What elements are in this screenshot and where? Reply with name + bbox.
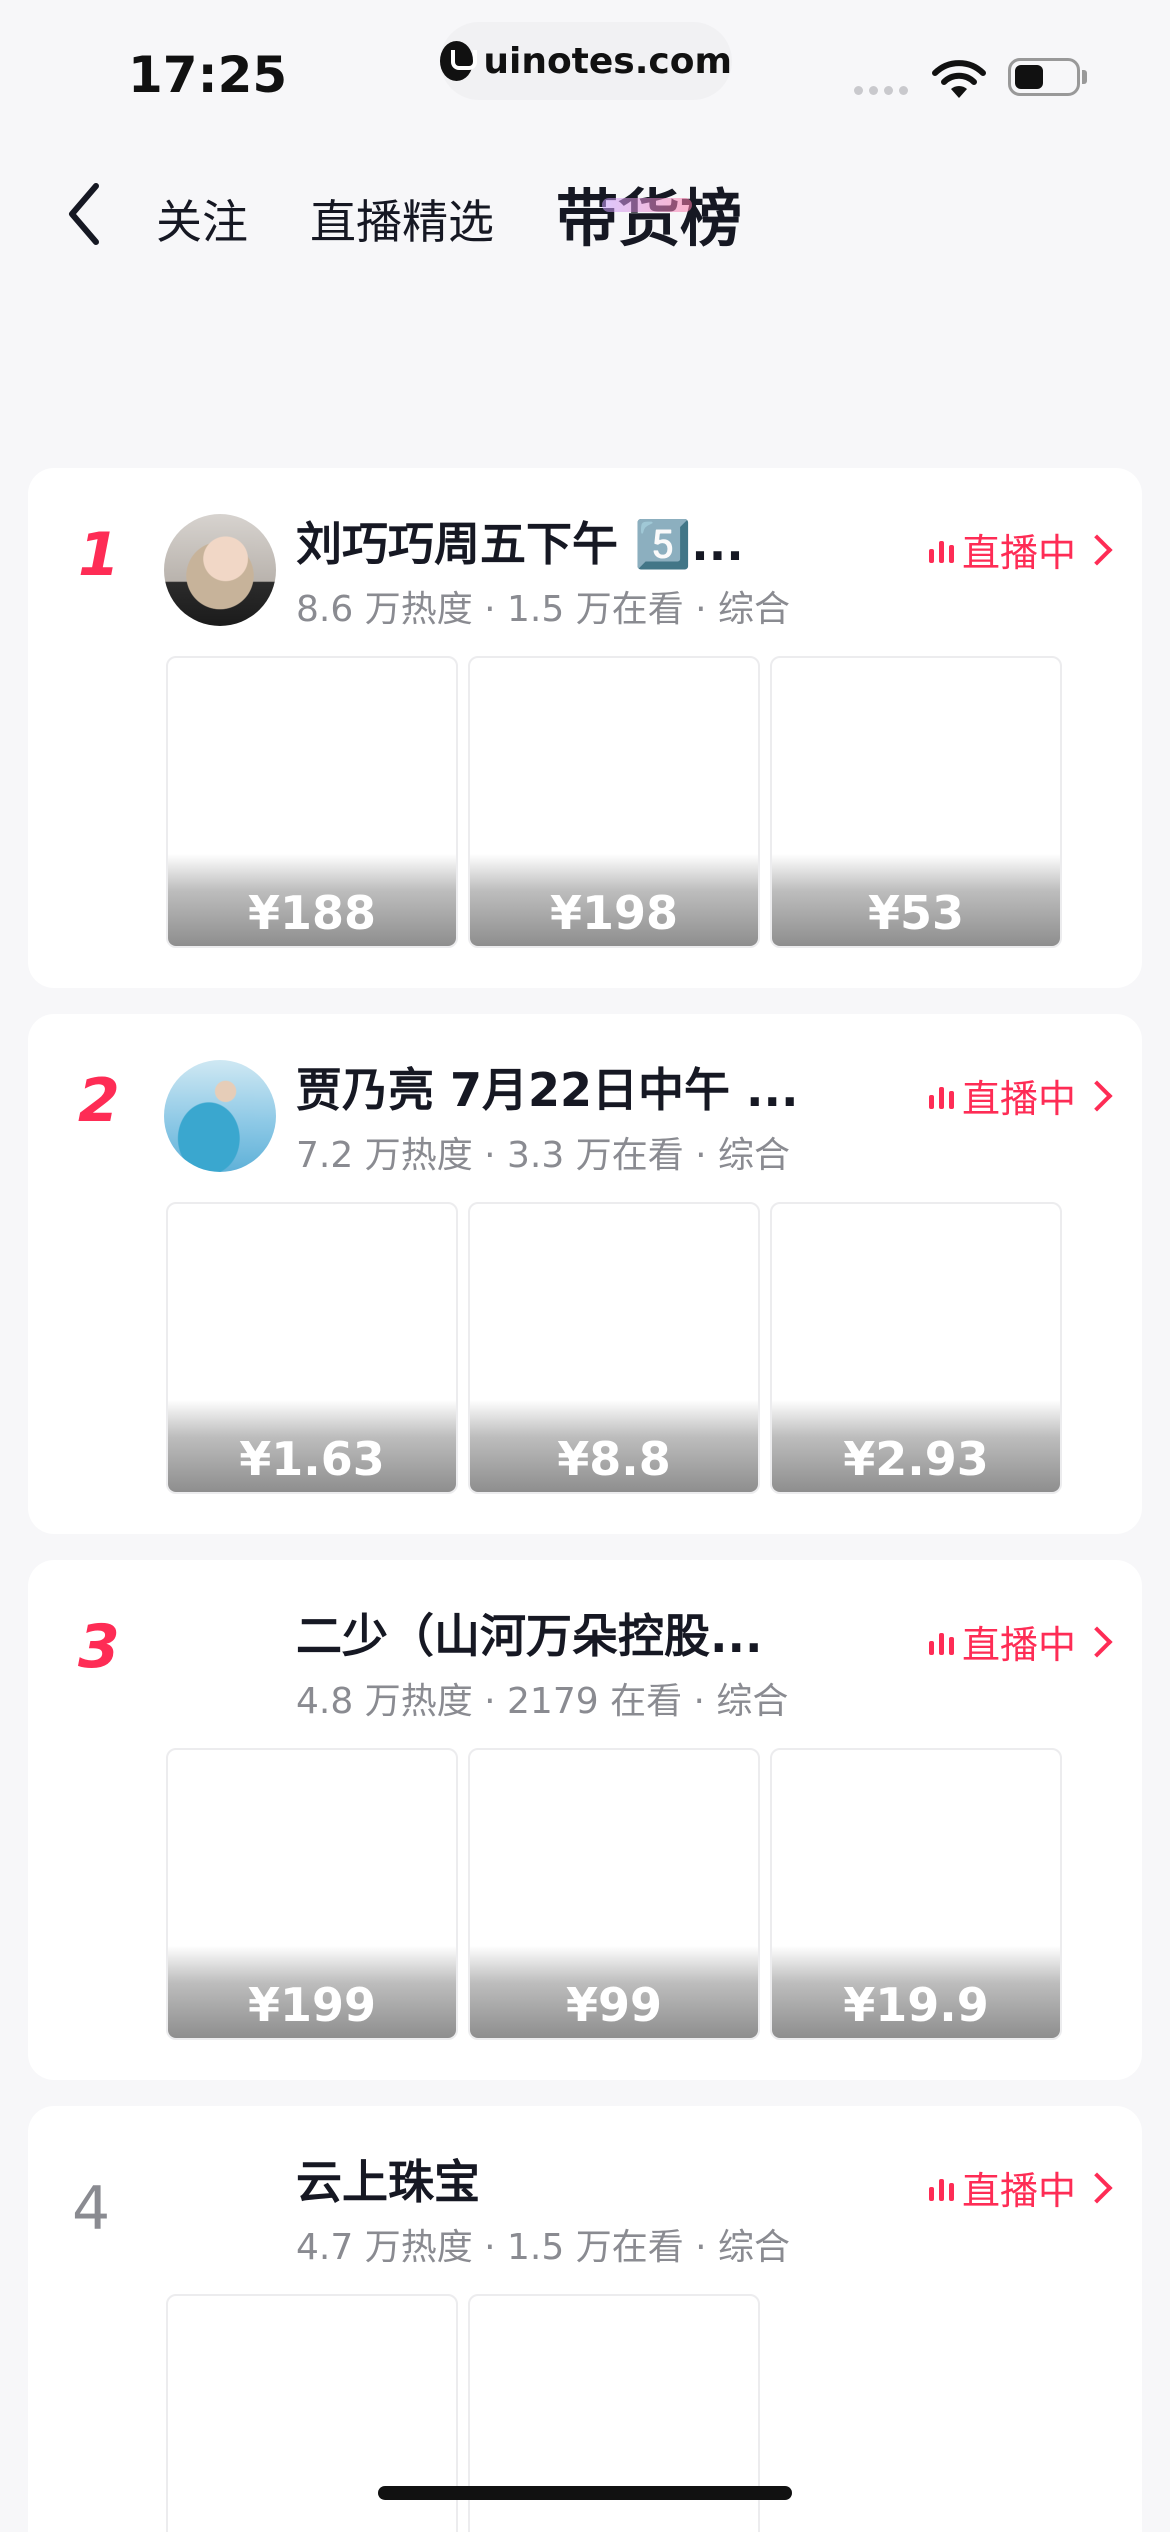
live-bars-icon	[928, 537, 954, 563]
live-bars-icon	[928, 2175, 954, 2201]
product-card[interactable]: ¥19.9	[770, 1748, 1062, 2040]
product-card[interactable]: ¥2.93	[770, 1202, 1062, 1494]
wifi-icon	[932, 60, 986, 98]
product-card[interactable]: ¥99	[468, 1748, 760, 2040]
product-list: ¥199 ¥99 ¥19.9	[166, 1748, 1062, 2040]
avatar[interactable]	[164, 1606, 276, 1718]
battery-icon	[1008, 58, 1080, 96]
product-list: ¥188 ¥198 ¥53	[166, 656, 1062, 948]
live-status-link[interactable]: 直播中	[928, 1068, 1113, 1123]
status-bar: 17:25 uinotes.com	[0, 0, 1170, 140]
streamer-stats: 4.7 万热度 · 1.5 万在看 · 综合	[296, 2227, 791, 2268]
live-label: 直播中	[961, 531, 1076, 575]
streamer-card[interactable]: 2 贾乃亮 7月22日中午 ... 7.2 万热度 · 3.3 万在看 · 综合…	[28, 1014, 1142, 1534]
chevron-right-icon	[1081, 1625, 1113, 1658]
product-card[interactable]: ¥53	[770, 656, 1062, 948]
active-tab-indicator	[602, 198, 692, 212]
product-card[interactable]: ¥199	[166, 1748, 458, 2040]
product-price: ¥1.63	[168, 1400, 456, 1492]
streamer-card[interactable]: 3 二少（山河万朵控股... 4.8 万热度 · 2179 在看 · 综合 直播…	[28, 1560, 1142, 2080]
site-logo-icon	[440, 41, 478, 81]
streamer-card[interactable]: 4 云上珠宝 4.7 万热度 · 1.5 万在看 · 综合 直播中	[28, 2106, 1142, 2532]
chevron-right-icon	[1081, 533, 1113, 566]
status-time: 17:25	[128, 46, 288, 104]
live-status-link[interactable]: 直播中	[928, 2160, 1113, 2215]
tab-live-picks[interactable]: 直播精选	[310, 186, 494, 252]
tab-follow[interactable]: 关注	[156, 186, 248, 252]
product-list: ¥1.63 ¥8.8 ¥2.93	[166, 1202, 1062, 1494]
rank-number: 4	[72, 2174, 111, 2244]
live-status-link[interactable]: 直播中	[928, 522, 1113, 577]
streamer-name[interactable]: 贾乃亮 7月22日中午 ...	[296, 1054, 798, 1120]
live-bars-icon	[928, 1629, 954, 1655]
streamer-stats: 7.2 万热度 · 3.3 万在看 · 综合	[296, 1135, 791, 1176]
signal-icon	[854, 86, 908, 95]
product-price: ¥2.93	[772, 1400, 1060, 1492]
chevron-right-icon	[1081, 1079, 1113, 1112]
product-card[interactable]: ¥1.63	[166, 1202, 458, 1494]
url-pill: uinotes.com	[440, 22, 732, 100]
chevron-right-icon	[1081, 2171, 1113, 2204]
avatar[interactable]	[164, 514, 276, 626]
live-label: 直播中	[961, 1623, 1076, 1667]
product-card[interactable]: ¥198	[468, 656, 760, 948]
top-nav: 关注 直播精选 带货榜	[0, 160, 1170, 260]
live-bars-icon	[928, 1083, 954, 1109]
rank-number: 2	[78, 1066, 120, 1136]
rank-number: 1	[78, 520, 120, 590]
streamer-name[interactable]: 二少（山河万朵控股...	[296, 1600, 762, 1666]
product-price: ¥99	[470, 1946, 758, 2038]
chevron-left-icon[interactable]	[58, 174, 118, 254]
product-price: ¥198	[470, 854, 758, 946]
avatar[interactable]	[164, 2152, 276, 2264]
url-text: uinotes.com	[483, 40, 732, 82]
tab-sales-ranking[interactable]: 带货榜	[556, 168, 742, 258]
product-card[interactable]: ¥188	[166, 656, 458, 948]
product-price: ¥8.8	[470, 1400, 758, 1492]
streamer-stats: 8.6 万热度 · 1.5 万在看 · 综合	[296, 589, 791, 630]
product-price: ¥199	[168, 1946, 456, 2038]
streamer-card[interactable]: 1 刘巧巧周五下午 5️⃣... 8.6 万热度 · 1.5 万在看 · 综合 …	[28, 468, 1142, 988]
home-indicator[interactable]	[378, 2486, 792, 2500]
live-label: 直播中	[961, 1077, 1076, 1121]
product-price: ¥19.9	[772, 1946, 1060, 2038]
live-status-link[interactable]: 直播中	[928, 1614, 1113, 1669]
streamer-name[interactable]: 刘巧巧周五下午 5️⃣...	[296, 508, 744, 574]
live-label: 直播中	[961, 2169, 1076, 2213]
avatar[interactable]	[164, 1060, 276, 1172]
streamer-stats: 4.8 万热度 · 2179 在看 · 综合	[296, 1681, 789, 1722]
product-card[interactable]: ¥8.8	[468, 1202, 760, 1494]
streamer-name[interactable]: 云上珠宝	[296, 2146, 480, 2212]
rank-number: 3	[78, 1612, 120, 1682]
product-price: ¥53	[772, 854, 1060, 946]
product-price: ¥188	[168, 854, 456, 946]
